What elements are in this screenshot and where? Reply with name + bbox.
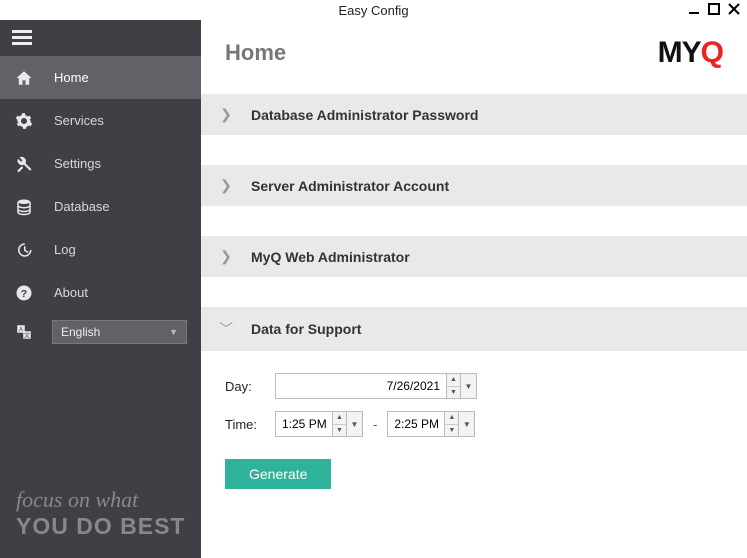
sidebar-item-services[interactable]: Services: [0, 99, 201, 142]
chevron-right-icon: ❯: [219, 248, 233, 265]
hamburger-button[interactable]: [0, 20, 201, 56]
window-title: Easy Config: [338, 3, 408, 18]
chevron-right-icon: ❯: [219, 177, 233, 194]
sidebar-item-label: Home: [54, 70, 89, 85]
language-row: A文 English ▼: [0, 314, 201, 350]
close-icon[interactable]: [725, 0, 743, 18]
section-server-admin[interactable]: ❯ Server Administrator Account: [201, 165, 747, 206]
time-to-group: ▲▼ ▼: [387, 411, 475, 437]
sidebar-item-label: Services: [54, 113, 104, 128]
sidebar-item-home[interactable]: Home: [0, 56, 201, 99]
time-to-input[interactable]: [388, 412, 444, 436]
sidebar-item-about[interactable]: ? About: [0, 271, 201, 314]
slogan-line1: focus on what: [16, 489, 191, 511]
spin-up-icon[interactable]: ▲: [445, 412, 458, 425]
spin-up-icon[interactable]: ▲: [333, 412, 346, 425]
time-from-group: ▲▼ ▼: [275, 411, 363, 437]
chevron-right-icon: ❯: [219, 106, 233, 123]
sidebar-item-database[interactable]: Database: [0, 185, 201, 228]
logo-my: MY: [658, 36, 701, 70]
title-bar: Easy Config: [0, 0, 747, 20]
time-separator: -: [373, 417, 377, 432]
time-from-dropdown[interactable]: ▼: [346, 412, 362, 436]
chevron-down-icon: ▼: [169, 327, 178, 337]
logo-q: Q: [701, 36, 723, 70]
help-icon: ?: [14, 283, 34, 303]
database-icon: [14, 197, 34, 217]
slogan: focus on what YOU DO BEST: [16, 489, 191, 540]
sidebar-item-label: Database: [54, 199, 110, 214]
section-label: MyQ Web Administrator: [251, 249, 410, 265]
time-from-spinner[interactable]: ▲▼: [332, 412, 346, 436]
sidebar-item-label: Settings: [54, 156, 101, 171]
brand-logo: MYQ: [658, 36, 723, 70]
svg-text:?: ?: [21, 287, 27, 299]
generate-button[interactable]: Generate: [225, 459, 331, 489]
tools-icon: [14, 154, 34, 174]
spin-down-icon[interactable]: ▼: [445, 425, 458, 437]
language-value: English: [61, 325, 100, 339]
chevron-down-icon: ﹀: [219, 319, 233, 339]
section-label: Database Administrator Password: [251, 107, 478, 123]
time-to-spinner[interactable]: ▲▼: [444, 412, 458, 436]
slogan-line2: YOU DO BEST: [16, 513, 191, 540]
page-title: Home: [225, 40, 286, 66]
sidebar-item-label: About: [54, 285, 88, 300]
day-label: Day:: [225, 379, 265, 394]
section-web-admin[interactable]: ❯ MyQ Web Administrator: [201, 236, 747, 277]
day-dropdown[interactable]: ▼: [460, 374, 476, 398]
history-icon: [14, 240, 34, 260]
main-content: Home MYQ ❯ Database Administrator Passwo…: [201, 20, 747, 558]
sidebar: Home Services Settings Database Log ? Ab…: [0, 20, 201, 558]
spin-up-icon[interactable]: ▲: [447, 374, 460, 387]
language-select[interactable]: English ▼: [52, 320, 187, 344]
time-to-dropdown[interactable]: ▼: [458, 412, 474, 436]
day-spinner[interactable]: ▲▼: [446, 374, 460, 398]
day-row: Day: ▲▼ ▼: [225, 373, 723, 399]
day-input[interactable]: [276, 374, 446, 398]
spin-down-icon[interactable]: ▼: [333, 425, 346, 437]
page-header: Home MYQ: [201, 20, 747, 90]
time-row: Time: ▲▼ ▼ - ▲▼ ▼: [225, 411, 723, 437]
section-db-admin[interactable]: ❯ Database Administrator Password: [201, 94, 747, 135]
minimize-icon[interactable]: [685, 0, 703, 18]
window-controls: [685, 0, 743, 18]
day-input-group: ▲▼ ▼: [275, 373, 477, 399]
sidebar-item-log[interactable]: Log: [0, 228, 201, 271]
section-label: Data for Support: [251, 321, 361, 337]
time-from-input[interactable]: [276, 412, 332, 436]
spin-down-icon[interactable]: ▼: [447, 387, 460, 399]
gear-icon: [14, 111, 34, 131]
home-icon: [14, 68, 34, 88]
hamburger-icon: [12, 30, 32, 46]
section-support[interactable]: ﹀ Data for Support: [201, 307, 747, 351]
time-label: Time:: [225, 417, 265, 432]
svg-text:A: A: [19, 327, 23, 333]
sidebar-item-label: Log: [54, 242, 76, 257]
support-panel: Day: ▲▼ ▼ Time: ▲▼ ▼ -: [201, 351, 747, 511]
translate-icon: A文: [14, 322, 34, 342]
section-label: Server Administrator Account: [251, 178, 449, 194]
nav-list: Home Services Settings Database Log ? Ab…: [0, 56, 201, 314]
sidebar-item-settings[interactable]: Settings: [0, 142, 201, 185]
maximize-icon[interactable]: [705, 0, 723, 18]
